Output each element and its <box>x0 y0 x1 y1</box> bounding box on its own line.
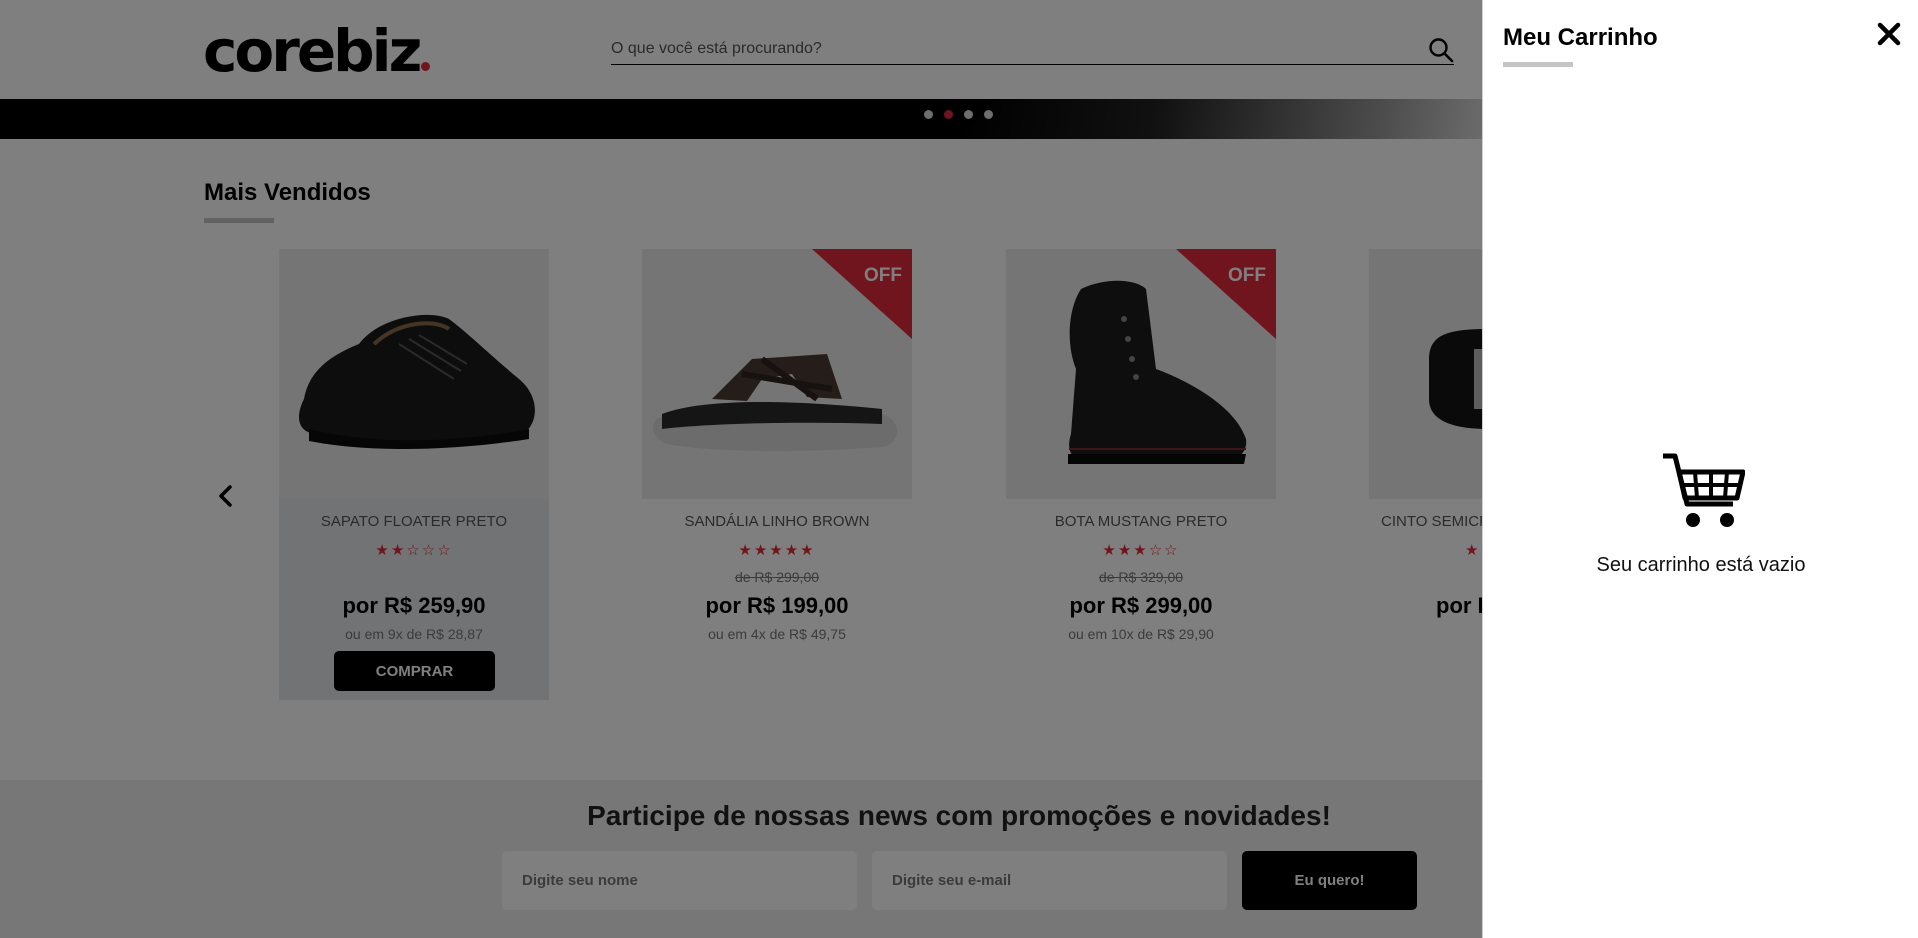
modal-overlay[interactable] <box>0 0 1482 938</box>
cart-title-underline <box>1503 62 1573 67</box>
close-icon[interactable] <box>1876 21 1902 47</box>
page: corebiz Mais Vendidos <box>0 0 1918 938</box>
cart-drawer: Meu Carrinho Seu carrinho está vazio <box>1482 0 1918 938</box>
shopping-cart-icon <box>1663 453 1745 527</box>
cart-empty-message: Seu carrinho está vazio <box>1596 554 1806 576</box>
cart-title: Meu Carrinho <box>1503 24 1658 51</box>
